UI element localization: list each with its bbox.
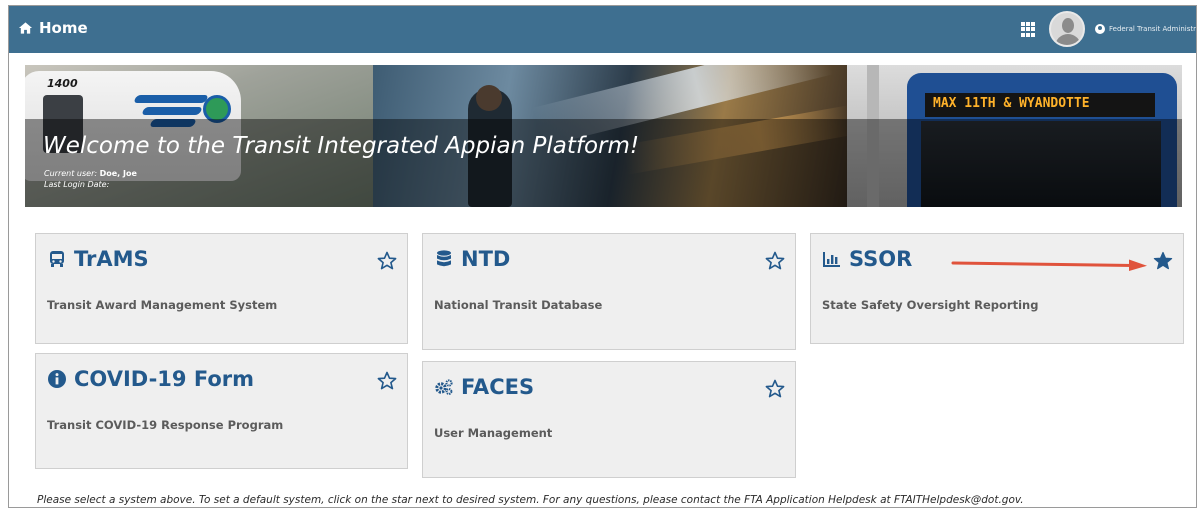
home-link[interactable]: Home [18,19,88,37]
welcome-heading: Welcome to the Transit Integrated Appian… [43,133,640,159]
org-label: Federal Transit Administratio [1109,25,1196,33]
welcome-banner: 1400 MAX 11TH & WYANDOTTE Welcome to the… [25,65,1182,207]
tile-trams[interactable]: TrAMS Transit Award Management System [35,233,408,344]
database-icon [437,250,451,267]
tile-covid-form[interactable]: COVID-19 Form Transit COVID-19 Response … [35,353,408,469]
gears-icon [435,379,453,395]
tile-description: National Transit Database [434,298,603,312]
bus-icon [50,251,64,267]
star-outline-icon[interactable] [377,371,397,391]
tile-title: FACES [461,375,535,399]
max-sign: MAX 11TH & WYANDOTTE [925,93,1155,117]
tile-title: TrAMS [74,247,149,271]
tile-ssor[interactable]: SSOR State Safety Oversight Reporting [810,233,1184,344]
tile-description: Transit Award Management System [47,298,278,312]
help-note: Please select a system above. To set a d… [37,494,1024,506]
bus-number: 1400 [47,77,78,90]
star-outline-icon[interactable] [377,251,397,271]
star-outline-icon[interactable] [765,251,785,271]
star-filled-icon[interactable] [1153,251,1173,271]
tile-description: Transit COVID-19 Response Program [47,418,284,432]
app-frame: Home Federal Transit Administratio 1400 [8,5,1197,508]
tile-ntd[interactable]: NTD National Transit Database [422,233,796,350]
star-outline-icon[interactable] [765,379,785,399]
home-label: Home [39,19,88,37]
bar-chart-icon [823,252,840,267]
tile-description: State Safety Oversight Reporting [822,298,1039,312]
top-bar: Home Federal Transit Administratio [9,6,1196,53]
current-user: Current user: Doe, Joe [44,169,137,178]
tile-description: User Management [434,426,553,440]
last-login: Last Login Date: [44,180,110,189]
tile-title: NTD [461,247,511,271]
home-icon [18,22,33,34]
banner-overlay: Welcome to the Transit Integrated Appian… [25,119,1182,207]
tile-faces[interactable]: FACES User Management [422,361,796,478]
org-menu[interactable]: Federal Transit Administratio [1095,24,1196,34]
current-user-name: Doe, Joe [99,169,137,178]
avatar[interactable] [1049,11,1085,47]
app-grid-icon[interactable] [1021,22,1036,37]
tile-title: COVID-19 Form [74,367,254,391]
user-circle-icon [1095,24,1105,34]
tile-title: SSOR [849,247,913,271]
red-arrow-annotation [951,259,1147,271]
info-circle-icon [48,370,66,388]
